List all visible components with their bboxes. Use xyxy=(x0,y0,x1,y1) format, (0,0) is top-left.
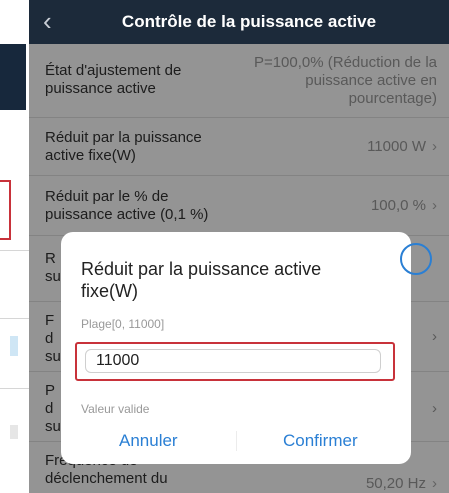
previous-screen-divider xyxy=(0,318,29,319)
input-highlight-box xyxy=(75,342,395,381)
previous-screen-sliver xyxy=(0,0,29,493)
previous-screen-blue-mark xyxy=(10,336,18,356)
confirm-button[interactable]: Confirmer xyxy=(283,431,358,451)
page-title: Contrôle de la puissance active xyxy=(121,12,377,31)
previous-screen-divider xyxy=(0,388,29,389)
previous-screen-gray-mark xyxy=(10,425,18,439)
previous-screen-dark-block xyxy=(0,44,26,110)
previous-screen-divider xyxy=(0,250,29,251)
dialog-range-hint: Plage[0, 11000] xyxy=(81,317,165,331)
power-value-input[interactable] xyxy=(85,349,381,373)
app-header: ‹ Contrôle de la puissance active xyxy=(29,0,449,44)
validity-message: Valeur valide xyxy=(81,402,150,416)
button-divider xyxy=(236,431,237,451)
dialog-title: Réduit par la puissance active fixe(W) xyxy=(81,259,322,301)
phone-screen: ‹ Contrôle de la puissance active État d… xyxy=(29,0,449,493)
input-dialog: Réduit par la puissance active fixe(W) P… xyxy=(61,232,411,464)
previous-screen-highlight xyxy=(0,180,11,240)
cancel-button[interactable]: Annuler xyxy=(119,431,178,451)
toggle-ring-icon xyxy=(400,243,432,275)
